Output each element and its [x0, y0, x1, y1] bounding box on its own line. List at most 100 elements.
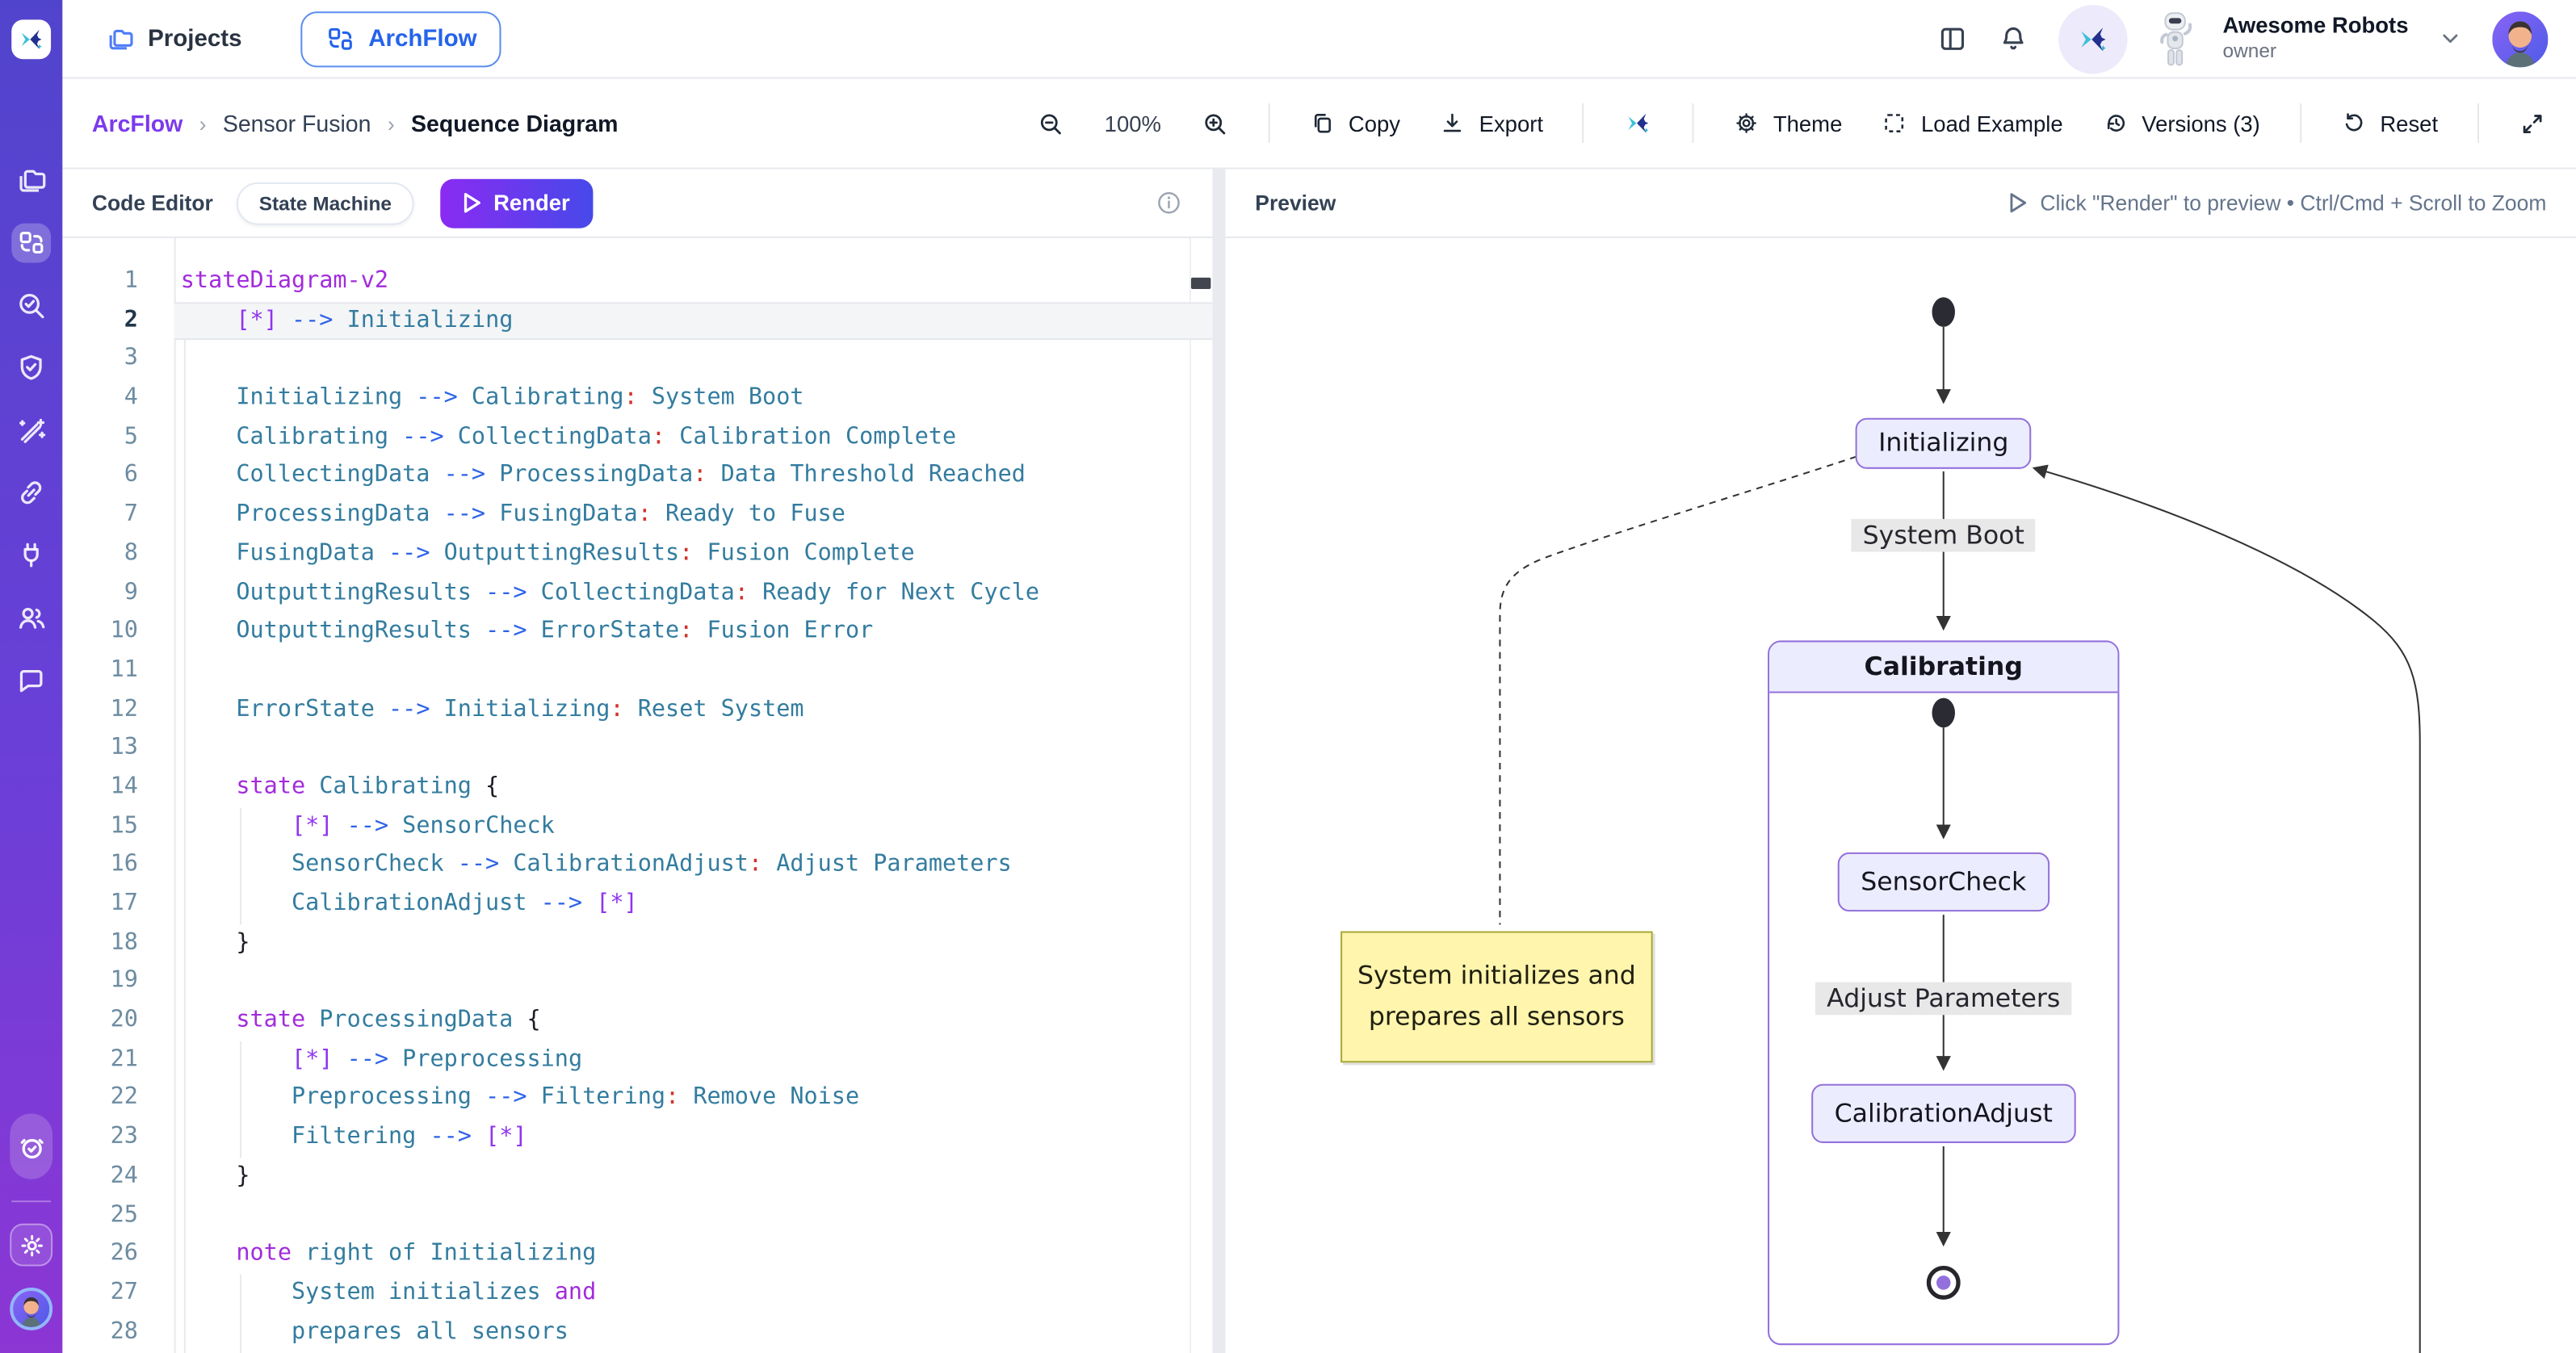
sidebar-item-reminders[interactable]	[10, 1113, 52, 1179]
reset-icon	[2341, 110, 2368, 136]
pane-splitter[interactable]	[1212, 170, 1225, 1353]
line-number: 1	[62, 263, 174, 302]
user-avatar[interactable]	[2492, 10, 2548, 66]
sidebar-bottom	[0, 1113, 62, 1353]
code-line[interactable]: 20 state ProcessingData {	[62, 1002, 1212, 1041]
sidebar-item-security[interactable]	[11, 348, 51, 387]
code-line[interactable]: 21 [*] --> Preprocessing	[62, 1041, 1212, 1079]
code-text	[174, 651, 1213, 690]
copy-label: Copy	[1349, 111, 1400, 136]
versions-button[interactable]: Versions (3)	[2102, 110, 2259, 136]
layout-panel-button[interactable]	[1937, 23, 1969, 54]
inner-initial-state-dot	[1932, 698, 1955, 728]
sidebar-item-magic[interactable]	[11, 411, 51, 450]
zoom-out-button[interactable]	[1037, 109, 1065, 137]
code-line[interactable]: 16 SensorCheck --> CalibrationAdjust: Ad…	[62, 846, 1212, 885]
theme-toggle[interactable]	[10, 1224, 52, 1267]
sidebar-item-team[interactable]	[11, 598, 51, 638]
code-line[interactable]: 15 [*] --> SensorCheck	[62, 807, 1212, 846]
notifications-button[interactable]	[1998, 23, 2029, 54]
fullscreen-button[interactable]	[2519, 109, 2547, 137]
code-line[interactable]: 19	[62, 963, 1212, 1002]
code-text: SensorCheck --> CalibrationAdjust: Adjus…	[174, 846, 1213, 885]
sidebar-avatar[interactable]	[10, 1288, 52, 1330]
render-button[interactable]: Render	[441, 178, 593, 228]
theme-label: Theme	[1773, 111, 1843, 136]
toolbar: 100% Copy Export	[1037, 103, 2546, 143]
projects-button[interactable]: Projects	[105, 23, 241, 53]
reset-button[interactable]: Reset	[2341, 110, 2439, 136]
code-lines: 1stateDiagram-v22 [*] --> Initializing34…	[62, 263, 1212, 1352]
code-text: }	[174, 924, 1213, 963]
diagram-mode-badge[interactable]: State Machine	[236, 182, 414, 224]
copy-button[interactable]: Copy	[1309, 110, 1400, 136]
code-editor[interactable]: 1stateDiagram-v22 [*] --> Initializing34…	[62, 238, 1212, 1353]
code-text	[174, 730, 1213, 769]
code-line[interactable]: 25	[62, 1196, 1212, 1235]
code-line[interactable]: 10 OutputtingResults --> ErrorState: Fus…	[62, 613, 1212, 651]
code-line[interactable]: 17 CalibrationAdjust --> [*]	[62, 886, 1212, 924]
editor-info-button[interactable]	[1155, 189, 1183, 217]
code-line[interactable]: 8 FusingData --> OutputtingResults: Fusi…	[62, 535, 1212, 574]
code-text: Filtering --> [*]	[174, 1119, 1213, 1158]
code-line[interactable]: 27 System initializes and	[62, 1274, 1212, 1313]
code-line[interactable]: 4 Initializing --> Calibrating: System B…	[62, 379, 1212, 418]
line-number: 22	[62, 1080, 174, 1119]
code-line[interactable]: 2 [*] --> Initializing	[62, 302, 1212, 341]
sidebar-item-chat[interactable]	[11, 660, 51, 700]
editor-pane: Code Editor State Machine Render	[62, 170, 1212, 1353]
topbar: Projects ArchFlow	[62, 0, 2576, 79]
code-line[interactable]: 1stateDiagram-v2	[62, 263, 1212, 302]
code-line[interactable]: 7 ProcessingData --> FusingData: Ready t…	[62, 496, 1212, 535]
bell-icon	[1998, 23, 2029, 54]
sidebar-item-projects[interactable]	[11, 161, 51, 200]
theme-button[interactable]: Theme	[1734, 110, 1842, 136]
code-line[interactable]: 5 Calibrating --> CollectingData: Calibr…	[62, 418, 1212, 457]
code-line[interactable]: 11	[62, 651, 1212, 690]
load-example-button[interactable]: Load Example	[1882, 110, 2062, 136]
ai-action-button[interactable]	[1624, 108, 1654, 138]
edge-label-system-boot: System Boot	[1851, 519, 2036, 552]
code-line[interactable]: 3	[62, 341, 1212, 379]
archflow-app-button[interactable]: ArchFlow	[301, 10, 501, 66]
link-icon	[15, 476, 48, 509]
code-line[interactable]: 24 }	[62, 1158, 1212, 1196]
code-line[interactable]: 9 OutputtingResults --> CollectingData: …	[62, 574, 1212, 613]
user-menu-button[interactable]	[2438, 27, 2463, 52]
preview-hint: Click "Render" to preview • Ctrl/Cmd + S…	[2008, 191, 2547, 216]
zoom-in-button[interactable]	[1201, 109, 1229, 137]
code-line[interactable]: 22 Preprocessing --> Filtering: Remove N…	[62, 1080, 1212, 1119]
state-sensorcheck[interactable]: SensorCheck	[1838, 852, 2049, 911]
ai-assistant-button[interactable]	[2058, 4, 2127, 73]
state-initializing[interactable]: Initializing	[1856, 417, 2032, 468]
code-line[interactable]: 6 CollectingData --> ProcessingData: Dat…	[62, 457, 1212, 496]
code-line[interactable]: 26 note right of Initializing	[62, 1235, 1212, 1274]
blocks-icon	[16, 228, 46, 258]
diagram-edges	[1226, 238, 2576, 1353]
export-label: Export	[1479, 111, 1543, 136]
code-line[interactable]: 18 }	[62, 924, 1212, 963]
line-number: 4	[62, 379, 174, 418]
zoom-level: 100%	[1105, 111, 1161, 136]
user-name: Awesome Robots	[2223, 12, 2409, 40]
export-button[interactable]: Export	[1440, 110, 1543, 136]
app-logo[interactable]	[11, 19, 51, 59]
breadcrumb-archflow[interactable]: ArcFlow	[92, 110, 183, 136]
code-line[interactable]: 12 ErrorState --> Initializing: Reset Sy…	[62, 691, 1212, 730]
sidebar-item-links[interactable]	[11, 473, 51, 513]
state-calibrationadjust[interactable]: CalibrationAdjust	[1811, 1084, 2075, 1143]
sidebar-item-review[interactable]	[11, 286, 51, 325]
sidebar-item-plugins[interactable]	[11, 535, 51, 575]
versions-label: Versions (3)	[2142, 111, 2260, 136]
code-line[interactable]: 13	[62, 730, 1212, 769]
code-line[interactable]: 28 prepares all sensors	[62, 1313, 1212, 1352]
zoom-out-icon	[1037, 109, 1065, 137]
code-line[interactable]: 23 Filtering --> [*]	[62, 1119, 1212, 1158]
breadcrumb-project[interactable]: Sensor Fusion	[223, 110, 371, 136]
code-line[interactable]: 14 state Calibrating {	[62, 769, 1212, 807]
code-text: Initializing --> Calibrating: System Boo…	[174, 379, 1213, 418]
sidebar-item-archflow[interactable]	[11, 224, 51, 263]
diagram-canvas[interactable]: Calibrating	[1226, 238, 2576, 1353]
line-number: 12	[62, 691, 174, 730]
editor-title: Code Editor	[92, 191, 213, 216]
